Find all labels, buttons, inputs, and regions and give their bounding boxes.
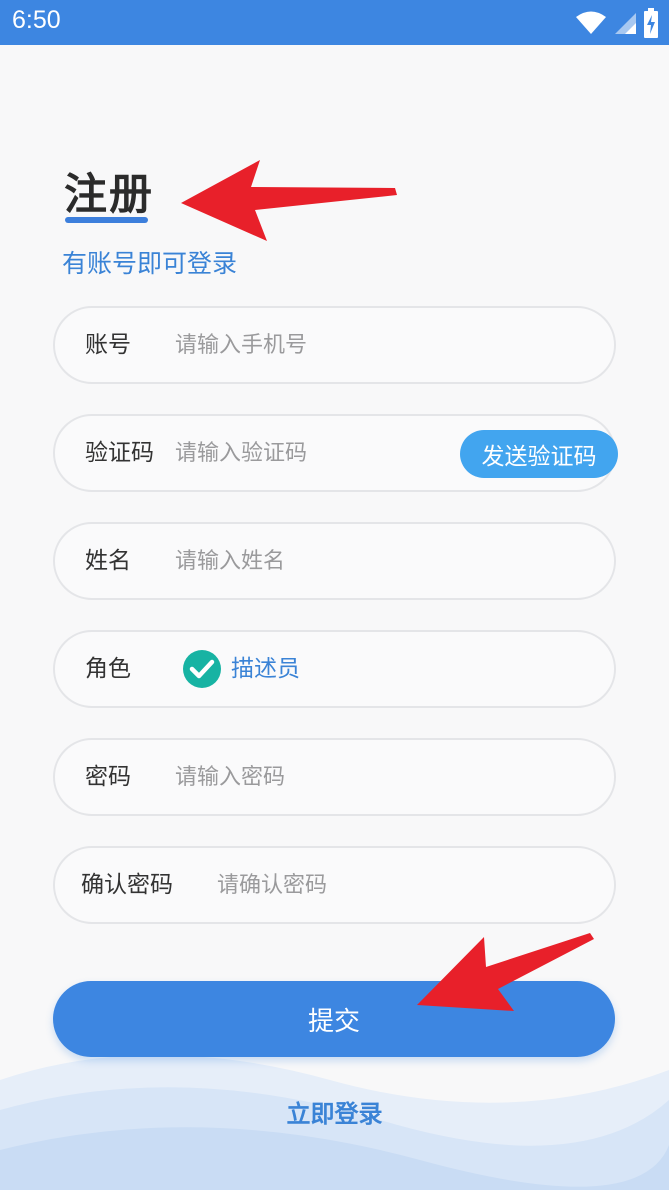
password-field: 密码 xyxy=(53,738,616,816)
role-field: 角色 描述员 xyxy=(53,630,616,708)
password-input[interactable] xyxy=(175,754,475,800)
confirm-password-label: 确认密码 xyxy=(81,872,173,898)
account-input[interactable] xyxy=(175,322,475,368)
wifi-icon xyxy=(576,11,606,34)
login-link[interactable]: 立即登录 xyxy=(0,1094,669,1129)
red-arrow-to-title xyxy=(181,160,397,241)
check-circle-icon[interactable] xyxy=(183,650,221,688)
page-title: 注册 xyxy=(64,170,154,220)
role-label: 角色 xyxy=(85,656,131,682)
account-label: 账号 xyxy=(85,332,131,358)
name-field: 姓名 xyxy=(53,522,616,600)
status-time: 6:50 xyxy=(12,6,61,34)
code-input[interactable] xyxy=(175,430,435,476)
code-field: 验证码 发送验证码 xyxy=(53,414,618,492)
account-field: 账号 xyxy=(53,306,616,384)
signal-icon xyxy=(615,13,636,34)
battery-charging-icon xyxy=(644,8,658,38)
confirm-password-field: 确认密码 xyxy=(53,846,616,924)
red-arrow-to-submit xyxy=(417,933,594,1011)
title-underline xyxy=(65,217,148,223)
password-label: 密码 xyxy=(85,764,131,790)
role-option-label[interactable]: 描述员 xyxy=(231,632,300,706)
status-icons xyxy=(575,8,659,38)
send-code-button[interactable]: 发送验证码 xyxy=(460,430,618,478)
subtitle-login-hint[interactable]: 有账号即可登录 xyxy=(62,244,237,280)
name-label: 姓名 xyxy=(85,548,131,574)
code-label: 验证码 xyxy=(85,440,154,466)
status-bar: 6:50 xyxy=(0,0,669,45)
confirm-password-input[interactable] xyxy=(217,862,497,908)
name-input[interactable] xyxy=(175,538,475,584)
